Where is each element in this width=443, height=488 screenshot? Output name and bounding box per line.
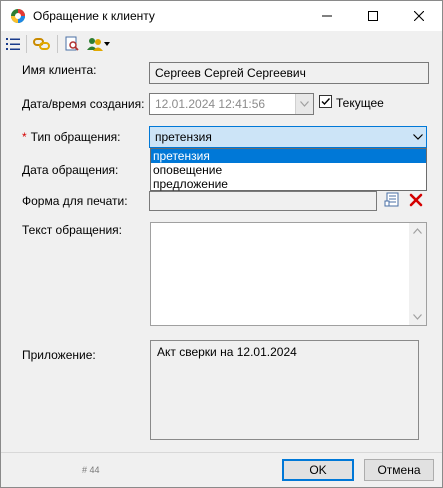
attachment-value: Акт сверки на 12.01.2024 xyxy=(157,345,297,359)
users-menu-button[interactable] xyxy=(85,34,111,54)
print-form-field[interactable] xyxy=(149,191,377,211)
toolbar-separator xyxy=(57,35,58,53)
client-name-value: Сергеев Сергей Сергеевич xyxy=(155,66,306,80)
client-name-field[interactable]: Сергеев Сергей Сергеевич xyxy=(149,62,429,84)
checkmark-icon xyxy=(321,98,331,106)
maximize-button[interactable] xyxy=(350,1,396,31)
chevron-down-icon xyxy=(300,101,309,107)
created-datetime-picker[interactable]: 12.01.2024 12:41:56 xyxy=(149,93,314,115)
created-dropdown-button[interactable] xyxy=(295,94,313,114)
created-value: 12.01.2024 12:41:56 xyxy=(155,97,266,111)
type-label-text: Тип обращения: xyxy=(30,130,121,144)
appeal-text-scrollbar[interactable] xyxy=(409,223,426,325)
current-checkbox-label: Текущее xyxy=(336,96,384,110)
attachment-label: Приложение: xyxy=(22,348,96,362)
print-form-label: Форма для печати: xyxy=(22,194,128,208)
ok-button[interactable]: OK xyxy=(282,459,354,481)
form-code: # 44 xyxy=(82,465,100,475)
client-name-label: Имя клиента: xyxy=(22,63,97,77)
document-magnifier-icon xyxy=(65,36,79,51)
maximize-icon xyxy=(368,11,378,21)
dialog-window: Обращение к клиенту Имя клиента: Сергеев… xyxy=(0,0,443,488)
type-option-claim[interactable]: претензия xyxy=(151,149,426,163)
close-button[interactable] xyxy=(396,1,442,31)
type-value: претензия xyxy=(155,130,212,144)
toolbar-separator xyxy=(26,35,27,53)
print-preview-button[interactable] xyxy=(63,34,81,54)
type-dropdown-button[interactable] xyxy=(409,127,426,147)
created-label: Дата/время создания: xyxy=(22,97,145,111)
type-option-notice[interactable]: оповещение xyxy=(151,163,426,177)
minimize-button[interactable] xyxy=(304,1,350,31)
document-list-icon xyxy=(384,192,399,207)
app-logo-icon xyxy=(11,9,25,23)
chain-link-icon xyxy=(33,38,50,50)
appeal-text-area[interactable] xyxy=(150,222,427,326)
type-label: * Тип обращения: xyxy=(22,130,120,144)
text-label: Текст обращения: xyxy=(22,223,123,237)
toolbar xyxy=(1,31,442,57)
date-label: Дата обращения: xyxy=(22,163,119,177)
minimize-icon xyxy=(322,15,332,17)
current-checkbox[interactable] xyxy=(319,95,332,108)
close-icon xyxy=(414,11,424,21)
users-icon xyxy=(87,38,103,51)
scroll-down-icon[interactable] xyxy=(413,314,422,320)
list-icon xyxy=(6,38,20,50)
cancel-button[interactable]: Отмена xyxy=(364,459,434,481)
attachment-field[interactable]: Акт сверки на 12.01.2024 xyxy=(150,340,419,440)
window-title: Обращение к клиенту xyxy=(33,9,155,23)
type-combobox[interactable]: претензия xyxy=(149,126,427,148)
footer-divider xyxy=(1,452,442,453)
required-mark: * xyxy=(22,130,27,144)
title-bar[interactable]: Обращение к клиенту xyxy=(1,1,442,31)
list-view-button[interactable] xyxy=(4,34,22,54)
select-form-button[interactable] xyxy=(384,192,402,210)
type-option-proposal[interactable]: предложение xyxy=(151,177,426,191)
chevron-down-icon xyxy=(412,134,423,140)
clear-form-button[interactable] xyxy=(409,193,425,209)
scroll-up-icon[interactable] xyxy=(413,228,422,234)
chevron-down-icon xyxy=(104,42,110,46)
delete-icon xyxy=(409,193,423,207)
type-dropdown-list: претензия оповещение предложение xyxy=(150,148,427,191)
link-button[interactable] xyxy=(32,34,52,54)
